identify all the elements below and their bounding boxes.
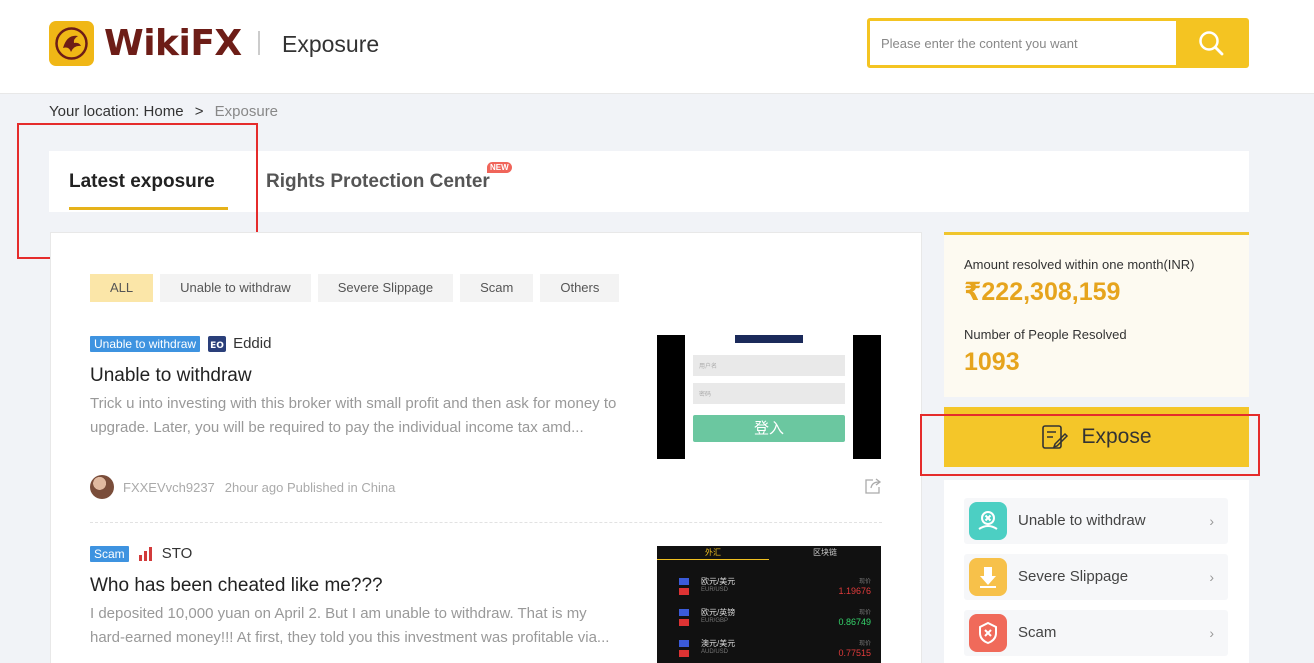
people-resolved-value: 1093	[964, 348, 1020, 376]
breadcrumb-separator: >	[194, 103, 204, 120]
broker-name[interactable]: STO	[162, 545, 193, 562]
item-description: I deposited 10,000 yuan on April 2. But …	[90, 605, 610, 646]
author-name[interactable]: FXXEVvch9237	[123, 480, 215, 495]
thumbnail-tabs: 外汇 区块链	[657, 546, 881, 560]
category-scam[interactable]: Scam ›	[964, 610, 1228, 656]
broker-name[interactable]: Eddid	[233, 335, 271, 352]
quote-pair: 欧元/美元	[701, 577, 736, 586]
brand-name[interactable]: WikiFX	[104, 23, 242, 64]
quote-code: AUD/USD	[701, 649, 729, 655]
chevron-right-icon: ›	[1209, 513, 1214, 529]
quote-pair: 欧元/英镑	[701, 608, 736, 617]
quote-price: 0.86749	[838, 617, 871, 627]
new-badge: NEW	[487, 162, 512, 173]
exposure-item[interactable]: Unable to withdraw EO Eddid Unable to wi…	[90, 333, 882, 523]
header-divider	[258, 31, 260, 55]
price-label: 现价	[858, 579, 871, 585]
price-label: 现价	[858, 641, 871, 647]
filter-unable-to-withdraw[interactable]: Unable to withdraw	[160, 274, 311, 302]
thumbnail-quote-row: 欧元/美元 EUR/USD 现价 1.19676	[657, 574, 881, 604]
publish-info: 2hour ago Published in China	[224, 479, 396, 495]
item-title[interactable]: Unable to withdraw	[90, 365, 252, 387]
slippage-icon	[969, 558, 1007, 596]
category-panel: Unable to withdraw › Severe Slippage › S…	[944, 480, 1249, 663]
item-tag-line: Scam STO	[90, 545, 192, 562]
category-label: Unable to withdraw	[1018, 512, 1146, 529]
tab-rights-label: Rights Protection Center	[266, 171, 490, 192]
search-input[interactable]	[870, 21, 1180, 65]
annotation-box-expose	[920, 414, 1260, 476]
search-button[interactable]	[1176, 18, 1246, 68]
us-flag-icon	[679, 588, 689, 595]
eddid-logo-icon: EO	[208, 335, 227, 352]
thumbnail-tab-blockchain: 区块链	[813, 548, 837, 557]
category-tag[interactable]: Scam	[90, 545, 129, 562]
category-unable-to-withdraw[interactable]: Unable to withdraw ›	[964, 498, 1228, 544]
filter-all[interactable]: ALL	[90, 274, 154, 302]
quote-code: EUR/USD	[701, 587, 729, 593]
thumbnail-username-field: 用户名	[693, 355, 845, 376]
exposure-list-card: ALL Unable to withdraw Severe Slippage S…	[50, 232, 922, 663]
svg-text:EO: EO	[210, 341, 224, 351]
eu-flag-icon	[679, 609, 689, 616]
filter-others[interactable]: Others	[540, 274, 620, 302]
price-label: 现价	[858, 610, 871, 616]
breadcrumb-home[interactable]: Home	[144, 103, 184, 120]
category-label: Scam	[1018, 624, 1057, 641]
share-icon[interactable]	[864, 478, 882, 500]
filter-scam[interactable]: Scam	[460, 274, 534, 302]
breadcrumb-current: Exposure	[214, 103, 279, 120]
item-tag-line: Unable to withdraw EO Eddid	[90, 335, 271, 352]
thumbnail-header-bar	[735, 335, 803, 343]
breadcrumb-prefix: Your location:	[49, 103, 140, 120]
quote-code: EUR/GBP	[701, 618, 729, 624]
au-flag-icon	[679, 640, 689, 647]
tab-rights-protection[interactable]: Rights Protection Center	[266, 171, 490, 193]
exposure-item[interactable]: Scam STO Who has been cheated like me???…	[90, 543, 882, 663]
chevron-right-icon: ›	[1209, 625, 1214, 641]
people-resolved-label: Number of People Resolved	[964, 327, 1127, 342]
thumbnail-quote-row: 欧元/英镑 EUR/GBP 现价 0.86749	[657, 605, 881, 635]
quote-pair: 澳元/美元	[701, 639, 736, 648]
category-severe-slippage[interactable]: Severe Slippage ›	[964, 554, 1228, 600]
filter-bar: ALL Unable to withdraw Severe Slippage S…	[90, 274, 626, 302]
item-title[interactable]: Who has been cheated like me???	[90, 575, 383, 597]
thumbnail-quote-row: 澳元/美元 AUD/USD 现价 0.77515	[657, 636, 881, 663]
chevron-right-icon: ›	[1209, 569, 1214, 585]
item-thumbnail[interactable]: 用户名 密码 登入	[657, 335, 881, 459]
item-meta: FXXEVvch9237 2hour ago Published in Chin…	[90, 475, 395, 499]
avatar[interactable]	[90, 475, 114, 499]
us-flag-icon	[679, 650, 689, 657]
quote-price: 0.77515	[838, 648, 871, 658]
item-thumbnail[interactable]: 外汇 区块链 欧元/美元 EUR/USD 现价 1.19676 欧元/英镑 EUR/…	[657, 546, 881, 663]
thumbnail-tab-forex: 外汇	[657, 546, 769, 560]
uk-flag-icon	[679, 619, 689, 626]
search-icon	[1199, 31, 1224, 56]
quote-price: 1.19676	[838, 586, 871, 596]
amount-resolved-value: ₹222,308,159	[964, 278, 1121, 306]
scam-icon	[969, 614, 1007, 652]
item-description: Trick u into investing with this broker …	[90, 395, 617, 436]
thumbnail-login-button: 登入	[693, 415, 845, 442]
amount-resolved-label: Amount resolved within one month(INR)	[964, 257, 1195, 272]
search-box	[867, 18, 1249, 68]
eu-flag-icon	[679, 578, 689, 585]
wikifx-logo-icon[interactable]	[49, 21, 94, 66]
thumbnail-password-field: 密码	[693, 383, 845, 404]
category-tag[interactable]: Unable to withdraw	[90, 335, 201, 352]
filter-severe-slippage[interactable]: Severe Slippage	[317, 274, 454, 302]
section-title: Exposure	[282, 31, 380, 57]
stats-card: Amount resolved within one month(INR) ₹2…	[944, 232, 1249, 397]
breadcrumb: Your location: Home > Exposure	[49, 103, 278, 120]
thumbnail-login-screen: 用户名 密码 登入	[685, 335, 853, 459]
site-header: WikiFX Exposure	[0, 0, 1314, 94]
sto-logo-icon	[137, 546, 155, 562]
category-label: Severe Slippage	[1018, 568, 1129, 585]
withdraw-icon	[969, 502, 1007, 540]
